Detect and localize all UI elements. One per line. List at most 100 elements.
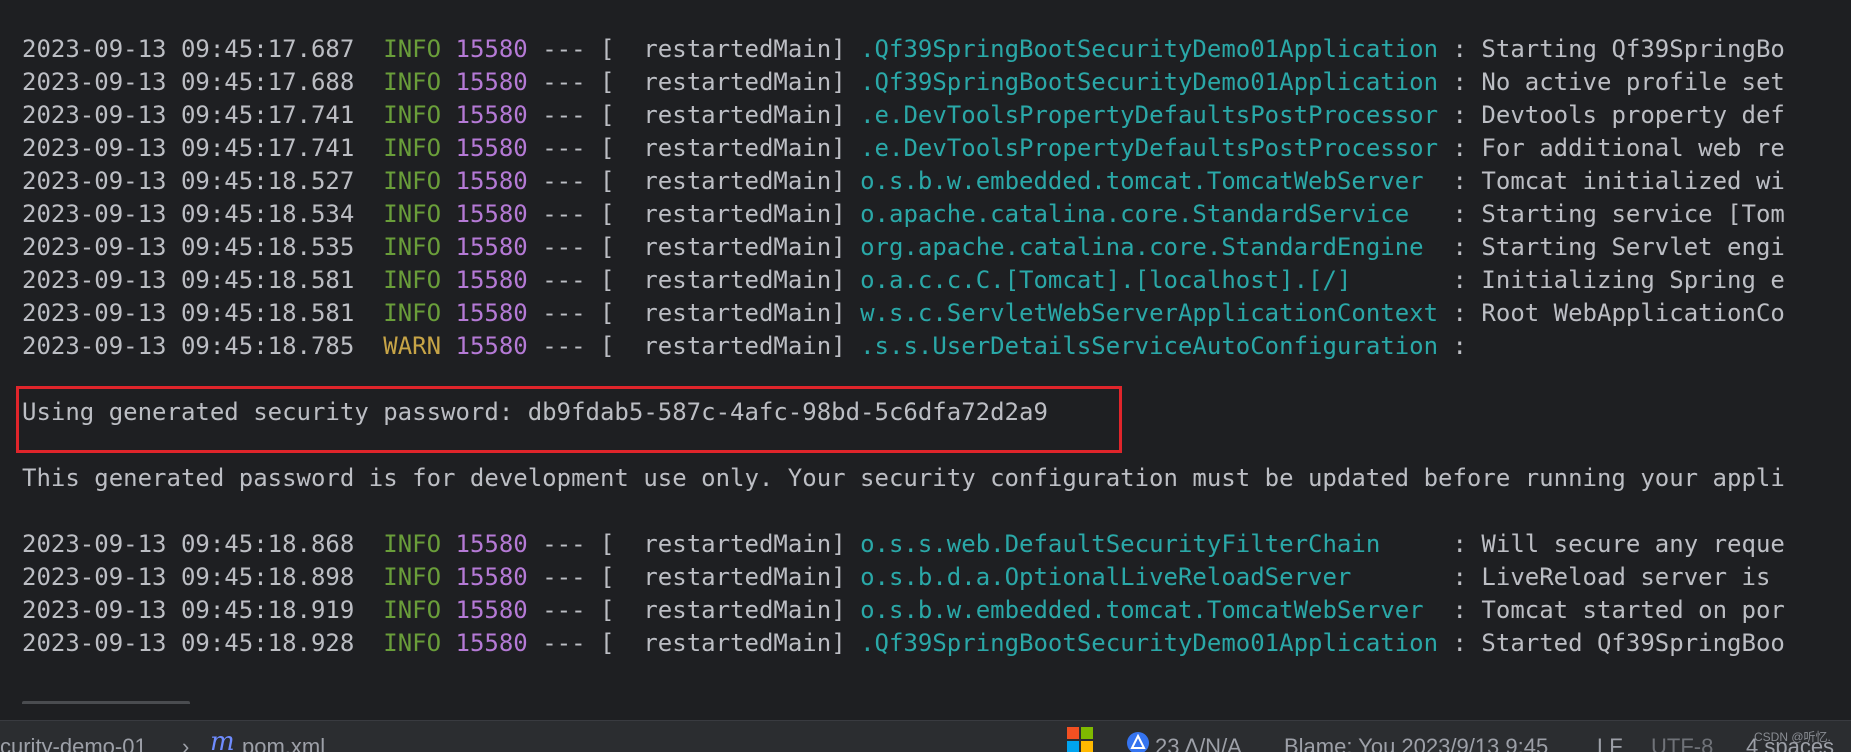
- log-level: INFO: [383, 200, 442, 228]
- log-line: 2023-09-13 09:45:18.928 INFO 15580 --- […: [22, 628, 1785, 658]
- log-message: : Starting Qf39SpringBo: [1452, 35, 1785, 63]
- log-line: 2023-09-13 09:45:17.741 INFO 15580 --- […: [22, 133, 1785, 163]
- log-pid: 15580: [455, 629, 528, 657]
- log-message: : For additional web re: [1452, 134, 1785, 162]
- warnings-count[interactable]: 23 Δ/N/A: [1155, 732, 1242, 752]
- log-logger[interactable]: o.s.b.w.embedded.tomcat.TomcatWebServer: [860, 596, 1438, 624]
- git-blame[interactable]: Blame: You 2023/9/13 9:45: [1284, 732, 1548, 752]
- log-line: 2023-09-13 09:45:18.534 INFO 15580 --- […: [22, 199, 1785, 229]
- log-logger[interactable]: .Qf39SpringBootSecurityDemo01Application: [860, 35, 1438, 63]
- log-logger[interactable]: .e.DevToolsPropertyDefaultsPostProcessor: [860, 134, 1438, 162]
- log-logger[interactable]: o.s.b.d.a.OptionalLiveReloadServer: [860, 563, 1438, 591]
- log-pid: 15580: [455, 134, 528, 162]
- log-thread: --- [ restartedMain]: [542, 563, 846, 591]
- log-thread: --- [ restartedMain]: [542, 35, 846, 63]
- log-timestamp: 2023-09-13 09:45:18.527: [22, 167, 355, 195]
- log-timestamp: 2023-09-13 09:45:18.785: [22, 332, 355, 360]
- log-timestamp: 2023-09-13 09:45:17.688: [22, 68, 355, 96]
- log-logger[interactable]: .e.DevToolsPropertyDefaultsPostProcessor: [860, 101, 1438, 129]
- log-timestamp: 2023-09-13 09:45:17.741: [22, 101, 355, 129]
- log-logger[interactable]: o.s.b.w.embedded.tomcat.TomcatWebServer: [860, 167, 1438, 195]
- log-line: 2023-09-13 09:45:18.581 INFO 15580 --- […: [22, 265, 1785, 295]
- log-logger[interactable]: o.s.s.web.DefaultSecurityFilterChain: [860, 530, 1438, 558]
- log-thread: --- [ restartedMain]: [542, 530, 846, 558]
- console-output[interactable]: 2023-09-13 09:45:17.687 INFO 15580 --- […: [0, 0, 1851, 704]
- breadcrumb-file[interactable]: pom.xml: [242, 732, 325, 752]
- log-pid: 15580: [455, 101, 528, 129]
- log-thread: --- [ restartedMain]: [542, 233, 846, 261]
- log-line: 2023-09-13 09:45:18.535 INFO 15580 --- […: [22, 232, 1785, 262]
- log-line: 2023-09-13 09:45:17.687 INFO 15580 --- […: [22, 34, 1785, 64]
- log-message: : LiveReload server is: [1452, 563, 1771, 591]
- log-level: INFO: [383, 233, 442, 261]
- log-pid: 15580: [455, 530, 528, 558]
- log-logger[interactable]: .s.s.UserDetailsServiceAutoConfiguration: [860, 332, 1438, 360]
- log-timestamp: 2023-09-13 09:45:18.898: [22, 563, 355, 591]
- log-line: 2023-09-13 09:45:18.898 INFO 15580 --- […: [22, 562, 1770, 592]
- log-level: INFO: [383, 596, 442, 624]
- log-logger[interactable]: w.s.c.ServletWebServerApplicationContext: [860, 299, 1438, 327]
- log-timestamp: 2023-09-13 09:45:18.534: [22, 200, 355, 228]
- log-pid: 15580: [455, 332, 528, 360]
- log-logger[interactable]: org.apache.catalina.core.StandardEngine: [860, 233, 1438, 261]
- breadcrumb-separator-icon: ›: [182, 734, 190, 752]
- password-line: Using generated security password: db9fd…: [22, 398, 1048, 426]
- log-message: : Starting service [Tom: [1452, 200, 1785, 228]
- log-level: WARN: [383, 332, 442, 360]
- status-bar: curity-demo-01 › m pom.xml 23 Δ/N/A Blam…: [0, 720, 1851, 752]
- log-line: 2023-09-13 09:45:18.919 INFO 15580 --- […: [22, 595, 1785, 625]
- log-pid: 15580: [455, 266, 528, 294]
- log-message: :: [1452, 332, 1467, 360]
- log-timestamp: 2023-09-13 09:45:18.581: [22, 299, 355, 327]
- log-message: : Started Qf39SpringBoo: [1452, 629, 1785, 657]
- windows-logo-icon[interactable]: [1066, 726, 1094, 752]
- log-timestamp: 2023-09-13 09:45:18.928: [22, 629, 355, 657]
- horizontal-scrollbar-thumb[interactable]: [22, 701, 190, 704]
- log-message: : Tomcat initialized wi: [1452, 167, 1785, 195]
- log-thread: --- [ restartedMain]: [542, 266, 846, 294]
- log-timestamp: 2023-09-13 09:45:18.919: [22, 596, 355, 624]
- log-pid: 15580: [455, 68, 528, 96]
- log-level: INFO: [383, 629, 442, 657]
- log-thread: --- [ restartedMain]: [542, 299, 846, 327]
- log-message: : Devtools property def: [1452, 101, 1785, 129]
- warning-icon[interactable]: [1126, 731, 1150, 752]
- log-logger[interactable]: .Qf39SpringBootSecurityDemo01Application: [860, 629, 1438, 657]
- log-logger[interactable]: .Qf39SpringBootSecurityDemo01Application: [860, 68, 1438, 96]
- log-level: INFO: [383, 35, 442, 63]
- log-timestamp: 2023-09-13 09:45:17.741: [22, 134, 355, 162]
- log-pid: 15580: [455, 35, 528, 63]
- log-thread: --- [ restartedMain]: [542, 134, 846, 162]
- log-timestamp: 2023-09-13 09:45:18.535: [22, 233, 355, 261]
- log-message: : Root WebApplicationCo: [1452, 299, 1785, 327]
- log-timestamp: 2023-09-13 09:45:18.868: [22, 530, 355, 558]
- log-level: INFO: [383, 101, 442, 129]
- log-timestamp: 2023-09-13 09:45:17.687: [22, 35, 355, 63]
- log-thread: --- [ restartedMain]: [542, 200, 846, 228]
- dev-notice-line: This generated password is for developme…: [22, 464, 1785, 492]
- log-logger[interactable]: o.apache.catalina.core.StandardService: [860, 200, 1438, 228]
- file-encoding[interactable]: UTF-8: [1651, 732, 1713, 752]
- log-line: 2023-09-13 09:45:17.741 INFO 15580 --- […: [22, 100, 1785, 130]
- log-level: INFO: [383, 167, 442, 195]
- log-thread: --- [ restartedMain]: [542, 68, 846, 96]
- log-message: : Initializing Spring e: [1452, 266, 1785, 294]
- log-message: : Will secure any reque: [1452, 530, 1785, 558]
- log-level: INFO: [383, 68, 442, 96]
- log-line: 2023-09-13 09:45:18.581 INFO 15580 --- […: [22, 298, 1785, 328]
- breadcrumb-project[interactable]: curity-demo-01: [0, 732, 147, 752]
- maven-file-icon: m: [210, 727, 235, 752]
- log-message: : Tomcat started on por: [1452, 596, 1785, 624]
- log-level: INFO: [383, 134, 442, 162]
- log-line: 2023-09-13 09:45:18.868 INFO 15580 --- […: [22, 529, 1785, 559]
- line-separator[interactable]: LF: [1597, 732, 1623, 752]
- log-pid: 15580: [455, 200, 528, 228]
- log-message: : Starting Servlet engi: [1452, 233, 1785, 261]
- log-level: INFO: [383, 563, 442, 591]
- log-level: INFO: [383, 530, 442, 558]
- log-thread: --- [ restartedMain]: [542, 596, 846, 624]
- log-logger[interactable]: o.a.c.c.C.[Tomcat].[localhost].[/]: [860, 266, 1438, 294]
- log-pid: 15580: [455, 596, 528, 624]
- log-pid: 15580: [455, 563, 528, 591]
- log-thread: --- [ restartedMain]: [542, 167, 846, 195]
